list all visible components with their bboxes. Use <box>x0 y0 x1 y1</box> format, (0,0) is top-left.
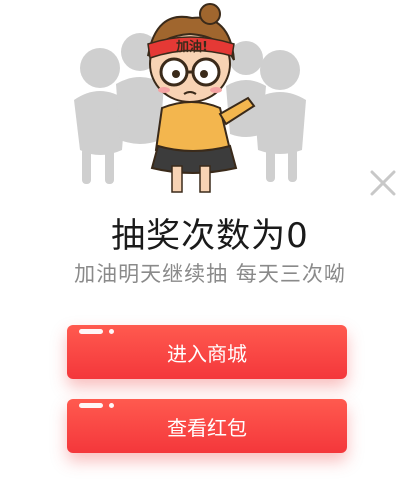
button-shine <box>79 403 103 408</box>
headband-text: 加油! <box>175 39 208 55</box>
cheering-girl-svg: 加油! <box>74 3 306 193</box>
view-red-packet-label: 查看红包 <box>167 415 247 440</box>
close-button[interactable] <box>366 166 400 200</box>
dialog-subtitle: 加油明天继续抽 每天三次呦 <box>74 262 346 286</box>
button-shine-dot <box>109 403 114 408</box>
cheering-girl-illustration: 加油! <box>60 0 320 200</box>
view-red-packet-button[interactable]: 查看红包 <box>67 399 347 453</box>
close-icon <box>370 170 396 196</box>
button-shine <box>79 329 103 334</box>
dialog-title: 抽奖次数为0 <box>111 216 309 256</box>
enter-mall-button[interactable]: 进入商城 <box>67 325 347 379</box>
enter-mall-label: 进入商城 <box>167 341 247 366</box>
button-shine-dot <box>109 329 114 334</box>
